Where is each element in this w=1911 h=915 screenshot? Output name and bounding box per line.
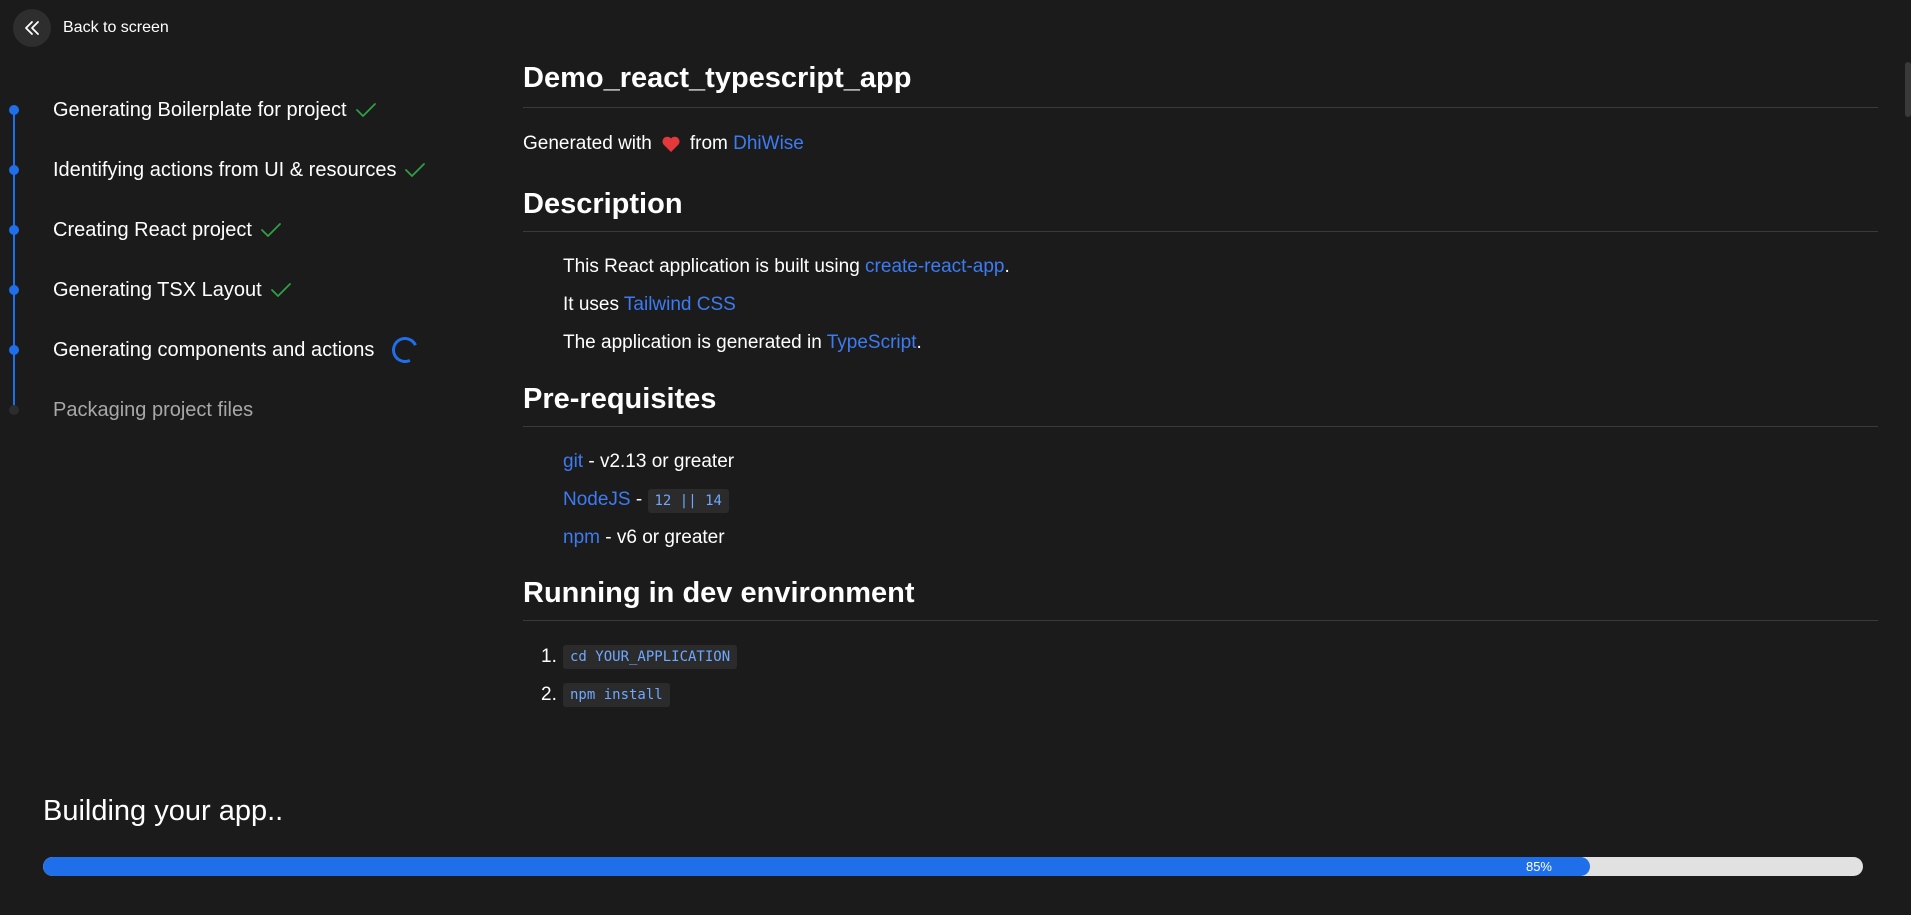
double-chevron-left-icon (13, 9, 51, 47)
text: The application is generated in (563, 332, 827, 353)
text: . (916, 332, 922, 353)
readme-preview: Demo_react_typescript_app Generated with… (523, 62, 1878, 738)
step-dot (9, 105, 19, 115)
command-code: npm install (563, 683, 670, 707)
build-progress-bar: 85% (43, 857, 1863, 876)
description-line: This React application is built using cr… (563, 256, 1878, 278)
generated-middle: from (689, 133, 728, 154)
readme-title: Demo_react_typescript_app (523, 62, 1878, 108)
nodejs-link[interactable]: NodeJS (563, 489, 631, 510)
step-label: Generating Boilerplate for project (53, 98, 347, 121)
build-steps-list: Generating Boilerplate for project Ident… (0, 80, 480, 440)
step-label: Generating TSX Layout (53, 278, 262, 301)
description-heading-text: Description (523, 188, 683, 220)
description-body: This React application is built using cr… (523, 256, 1878, 354)
description-line: The application is generated in TypeScri… (563, 332, 1878, 354)
step-dot (9, 285, 19, 295)
prereq-heading: Pre-requisites (523, 383, 1878, 427)
text: - v6 or greater (599, 527, 725, 548)
step-packaging-files: Packaging project files (0, 380, 480, 440)
list-item: 2. npm install (541, 683, 1878, 707)
prereq-item: NodeJS - 12 || 14 (563, 489, 1878, 513)
check-icon (260, 222, 282, 238)
dev-steps-list: 1. cd YOUR_APPLICATION 2. npm install (523, 645, 1878, 707)
prereq-body: git - v2.13 or greater NodeJS - 12 || 14… (523, 451, 1878, 549)
step-identifying-actions: Identifying actions from UI & resources (0, 140, 480, 200)
generated-with-line: Generated with from DhiWise (523, 133, 1878, 155)
step-dot (9, 225, 19, 235)
text: . (1004, 256, 1010, 277)
building-title: Building your app.. (43, 795, 284, 827)
text: - (630, 489, 648, 510)
step-creating-react-project: Creating React project (0, 200, 480, 260)
text: This React application is built using (563, 256, 866, 277)
generated-prefix: Generated with (523, 133, 652, 154)
prereq-item: npm - v6 or greater (563, 527, 1878, 549)
build-progress-label: 85% (1525, 859, 1552, 874)
check-icon (355, 102, 377, 118)
git-link[interactable]: git (563, 451, 583, 472)
description-line: It uses Tailwind CSS (563, 294, 1878, 316)
step-dot (9, 345, 19, 355)
step-dot (9, 165, 19, 175)
readme-scrollbar[interactable] (1905, 62, 1911, 117)
dhiwise-link[interactable]: DhiWise (733, 133, 804, 155)
text: - v2.13 or greater (583, 451, 735, 472)
command-code: cd YOUR_APPLICATION (563, 645, 738, 669)
build-progress-fill: 85% (43, 857, 1590, 876)
list-number: 1. (541, 646, 557, 667)
step-generating-boilerplate: Generating Boilerplate for project (0, 80, 480, 140)
step-label: Generating components and actions (53, 338, 375, 361)
tailwind-css-link[interactable]: Tailwind CSS (624, 294, 736, 315)
list-number: 2. (541, 684, 557, 705)
create-react-app-link[interactable]: create-react-app (865, 256, 1004, 277)
list-item: 1. cd YOUR_APPLICATION (541, 645, 1878, 669)
dev-heading: Running in dev environment (523, 577, 1878, 621)
step-label: Packaging project files (53, 398, 254, 421)
step-label: Identifying actions from UI & resources (53, 158, 397, 181)
step-generating-components: Generating components and actions (0, 320, 480, 380)
step-label: Creating React project (53, 218, 252, 241)
back-to-screen-label: Back to screen (63, 19, 169, 36)
npm-link[interactable]: npm (563, 527, 600, 548)
description-heading: Description (523, 188, 1878, 232)
check-icon (270, 282, 292, 298)
check-icon (404, 162, 426, 178)
loading-spinner-icon (388, 333, 422, 367)
text: It uses (563, 294, 624, 315)
prereq-item: git - v2.13 or greater (563, 451, 1878, 473)
step-generating-tsx-layout: Generating TSX Layout (0, 260, 480, 320)
node-version-code: 12 || 14 (647, 489, 729, 513)
step-dot (9, 405, 19, 415)
back-to-screen-button[interactable]: Back to screen (13, 9, 169, 47)
heart-icon (661, 135, 681, 153)
typescript-link[interactable]: TypeScript (827, 332, 917, 353)
